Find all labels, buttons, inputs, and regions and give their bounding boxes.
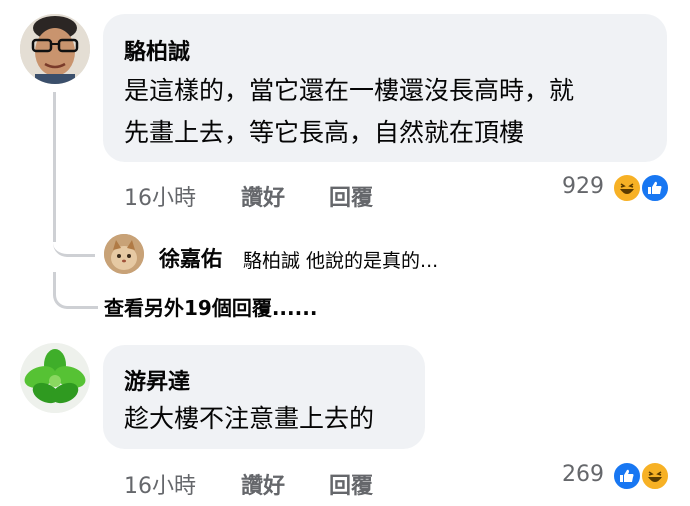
person-avatar-icon [20,14,90,84]
reply-button[interactable]: 回覆 [329,468,373,500]
avatar-comment-2[interactable] [20,343,90,413]
thread-connector-reply [53,222,95,257]
cat-avatar-icon [104,234,144,274]
like-button[interactable]: 讚好 [241,468,285,500]
like-icon [612,461,642,491]
reply-author[interactable]: 徐嘉佑 [159,243,222,273]
avatar-comment-1[interactable] [20,14,90,84]
comment-author[interactable]: 游昇達 [124,364,190,396]
like-icon [640,173,670,203]
reply-button[interactable]: 回覆 [329,180,373,212]
comment-text-line-1: 是這樣的，當它還在一樓還沒長高時，就 [124,76,575,105]
plant-avatar-icon [20,343,90,413]
comment-text-line-2: 先畫上去，等它長高，自然就在頂樓 [124,118,525,147]
view-more-replies-link[interactable]: 查看另外19個回覆...... [104,292,317,321]
reply-preview-text[interactable]: 駱柏誠 他說的是真的... [243,246,438,273]
reaction-count[interactable]: 929 [562,174,604,199]
comment-timestamp[interactable]: 16小時 [124,180,196,212]
haha-icon [612,173,642,203]
comment-timestamp[interactable]: 16小時 [124,468,196,500]
comment-text-line-1: 趁大樓不注意畫上去的 [124,404,375,433]
comment-author[interactable]: 駱柏誠 [124,34,190,66]
thread-line [53,92,56,242]
reaction-count[interactable]: 269 [562,462,604,487]
haha-icon [640,461,670,491]
avatar-reply[interactable] [104,234,144,274]
thread-connector-more [53,272,98,309]
like-button[interactable]: 讚好 [241,180,285,212]
